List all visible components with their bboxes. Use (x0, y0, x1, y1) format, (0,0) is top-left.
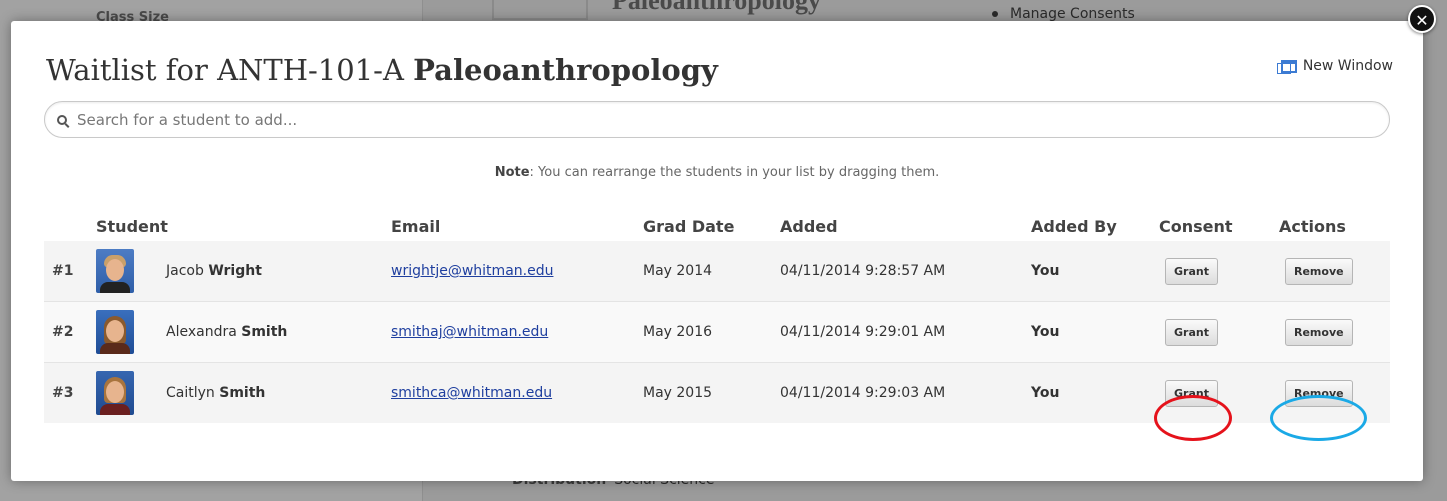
new-window-label: New Window (1302, 58, 1393, 74)
student-search[interactable] (44, 101, 1390, 138)
student-name: Alexandra Smith (166, 324, 288, 340)
student-email-link[interactable]: wrightje@whitman.edu (391, 263, 553, 279)
added-timestamp: 04/11/2014 9:29:03 AM (780, 385, 946, 401)
student-name: Jacob Wright (166, 263, 262, 279)
grant-button[interactable]: Grant (1165, 318, 1218, 346)
student-name: Caitlyn Smith (166, 385, 266, 401)
added-by: You (1031, 324, 1060, 340)
drag-note: Note: You can rearrange the students in … (11, 165, 1423, 180)
table-header-row: Student Email Grad Date Added Added By C… (44, 211, 1390, 241)
grad-date: May 2014 (643, 263, 713, 279)
close-modal-button[interactable]: ✕ (1408, 5, 1436, 33)
row-rank: #1 (52, 263, 74, 279)
header-email: Email (391, 216, 441, 236)
grant-button[interactable]: Grant (1165, 257, 1218, 285)
background-course-thumbnail (492, 0, 588, 20)
student-email-link[interactable]: smithaj@whitman.edu (391, 324, 548, 340)
new-window-icon (1276, 59, 1297, 74)
waitlist-modal: Waitlist for ANTH-101-A Paleoanthropolog… (11, 21, 1423, 481)
modal-title-prefix: Waitlist for ANTH-101-A (46, 53, 404, 87)
background-manage-consents-link: Manage Consents (992, 6, 1135, 22)
bullet-icon (992, 11, 998, 17)
grant-highlight-circle (1154, 395, 1232, 441)
remove-highlight-circle (1270, 395, 1367, 441)
grad-date: May 2016 (643, 324, 713, 340)
note-label: Note (494, 165, 530, 180)
header-consent: Consent (1159, 216, 1233, 236)
header-grad-date: Grad Date (643, 216, 735, 236)
row-rank: #3 (52, 385, 74, 401)
added-timestamp: 04/11/2014 9:28:57 AM (780, 263, 946, 279)
avatar (96, 310, 134, 354)
modal-title: Waitlist for ANTH-101-A Paleoanthropolog… (46, 53, 718, 87)
added-timestamp: 04/11/2014 9:29:01 AM (780, 324, 946, 340)
close-icon: ✕ (1415, 11, 1429, 30)
background-course-heading: Paleoanthropology (612, 0, 821, 15)
grad-date: May 2015 (643, 385, 713, 401)
new-window-link[interactable]: New Window (1276, 58, 1393, 74)
modal-title-course: Paleoanthropology (413, 53, 718, 87)
remove-button[interactable]: Remove (1285, 257, 1353, 285)
note-text: : You can rearrange the students in your… (529, 165, 940, 180)
table-row[interactable]: #2 Alexandra Smith smithaj@whitman.edu M… (44, 301, 1390, 363)
header-added: Added (780, 216, 838, 236)
header-actions: Actions (1279, 216, 1346, 236)
table-row[interactable]: #1 Jacob Wright wrightje@whitman.edu May… (44, 241, 1390, 302)
avatar (96, 249, 134, 293)
added-by: You (1031, 385, 1060, 401)
header-added-by: Added By (1031, 216, 1117, 236)
row-rank: #2 (52, 324, 74, 340)
avatar (96, 371, 134, 415)
added-by: You (1031, 263, 1060, 279)
student-email-link[interactable]: smithca@whitman.edu (391, 385, 552, 401)
waitlist-table: Student Email Grad Date Added Added By C… (44, 211, 1390, 423)
student-search-input[interactable] (75, 109, 1389, 130)
search-icon (57, 114, 67, 125)
header-student: Student (96, 216, 168, 236)
remove-button[interactable]: Remove (1285, 318, 1353, 346)
